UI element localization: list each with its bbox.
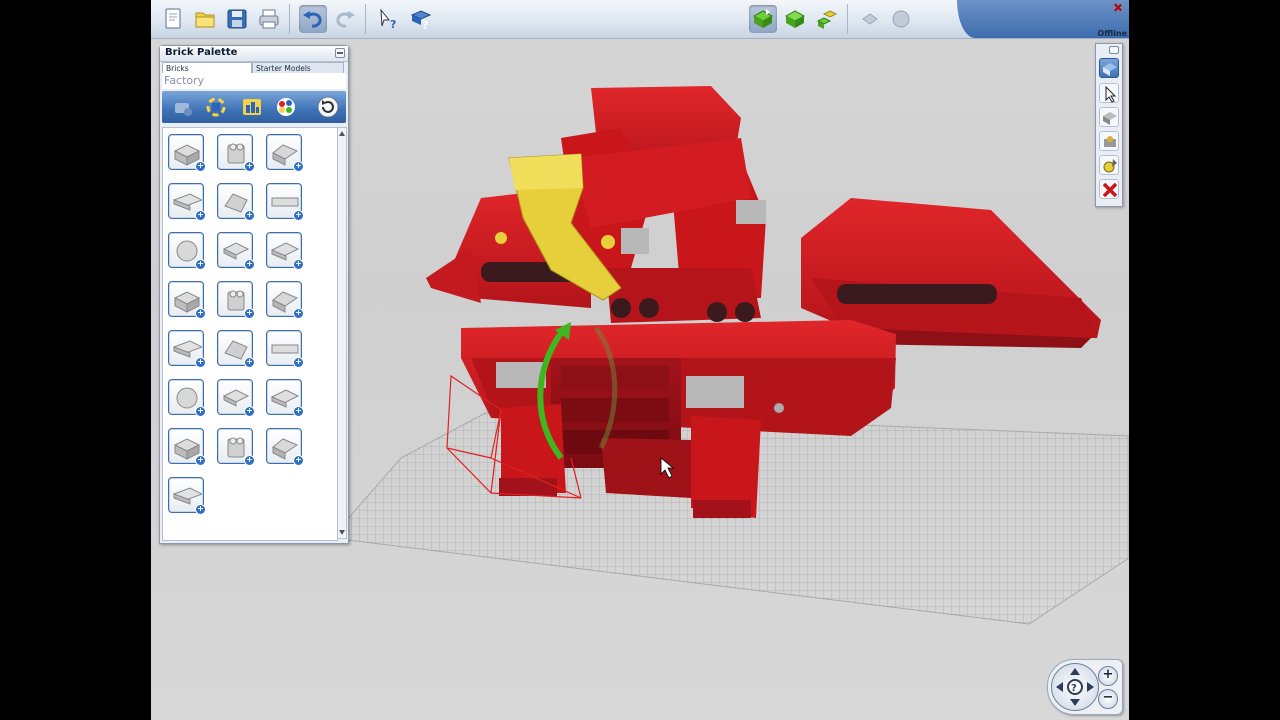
- brick-select-icon[interactable]: [1099, 58, 1119, 78]
- plate-1x4-icon[interactable]: +: [266, 379, 304, 417]
- tile-1x4-icon[interactable]: +: [266, 183, 304, 221]
- recolor-icon[interactable]: [204, 95, 228, 119]
- scroll-up-icon[interactable]: [339, 131, 345, 136]
- add-icon: +: [293, 406, 304, 417]
- lego-digital-designer-window: ? ? Offline Brick Palette Bricks Starter…: [151, 0, 1129, 720]
- technic-beam-icon[interactable]: +: [217, 379, 255, 417]
- brick-grid: + + + + + + + + + + + + + + + + + + + + + +: [162, 127, 338, 541]
- close-icon[interactable]: [1114, 4, 1121, 11]
- tools-minimize-button[interactable]: [1109, 46, 1119, 54]
- add-icon: +: [195, 504, 206, 515]
- svg-text:?: ?: [422, 19, 428, 31]
- sort-icon[interactable]: [240, 95, 264, 119]
- add-icon: +: [293, 210, 304, 221]
- add-icon: +: [244, 308, 255, 319]
- add-icon: +: [195, 308, 206, 319]
- select-help-icon[interactable]: ?: [375, 5, 403, 33]
- add-icon: +: [195, 161, 206, 172]
- zoom-in-button[interactable]: +: [1098, 666, 1118, 686]
- lever-icon[interactable]: +: [266, 330, 304, 368]
- add-icon: +: [293, 455, 304, 466]
- scroll-down-icon[interactable]: [339, 530, 345, 535]
- round-tile-icon[interactable]: +: [266, 428, 304, 466]
- pointer-icon[interactable]: [1099, 83, 1119, 103]
- plate-angled-icon[interactable]: +: [168, 428, 206, 466]
- door-panel-icon[interactable]: +: [168, 330, 206, 368]
- build-mode-icon[interactable]: [749, 5, 777, 33]
- add-icon: +: [244, 406, 255, 417]
- brick-1x2-round-icon[interactable]: +: [217, 134, 255, 172]
- tool-strip: [1095, 43, 1123, 207]
- hinge-plate-icon[interactable]: +: [217, 281, 255, 319]
- add-icon: +: [244, 357, 255, 368]
- brick-2x2-icon[interactable]: +: [168, 134, 206, 172]
- add-brick-icon[interactable]: [170, 95, 194, 119]
- paint-icon[interactable]: [1099, 155, 1119, 175]
- plate-2x3-icon[interactable]: +: [266, 232, 304, 270]
- open-folder-icon[interactable]: [191, 5, 219, 33]
- brick-help-icon[interactable]: ?: [407, 5, 435, 33]
- add-icon: +: [195, 210, 206, 221]
- baseplate-icon[interactable]: +: [168, 477, 206, 515]
- community-icon[interactable]: [887, 5, 915, 33]
- add-icon: +: [293, 161, 304, 172]
- clip-brick-icon[interactable]: +: [266, 281, 304, 319]
- add-icon: +: [244, 161, 255, 172]
- palette-category: Factory: [162, 73, 346, 89]
- brick-palette-panel: Brick Palette Bricks Starter Models Fact…: [159, 45, 349, 544]
- save-icon[interactable]: [223, 5, 251, 33]
- tab-starter-models[interactable]: Starter Models: [252, 62, 344, 73]
- zoom-out-button[interactable]: −: [1098, 689, 1118, 709]
- palette-scrollbar[interactable]: [337, 127, 347, 539]
- add-icon: +: [244, 455, 255, 466]
- undo-icon[interactable]: [299, 5, 327, 33]
- orbit-control[interactable]: ?: [1051, 663, 1099, 711]
- print-icon[interactable]: [255, 5, 283, 33]
- add-icon: +: [195, 455, 206, 466]
- share-icon[interactable]: [857, 5, 885, 33]
- new-file-icon[interactable]: [159, 5, 187, 33]
- camera-navigation: ? + −: [1047, 659, 1123, 715]
- clone-icon[interactable]: [1099, 107, 1119, 127]
- brick-2x2-slope-icon[interactable]: +: [266, 134, 304, 172]
- tab-bricks[interactable]: Bricks: [162, 62, 252, 73]
- round-brick-icon[interactable]: +: [168, 232, 206, 270]
- color-palette-icon[interactable]: [274, 95, 298, 119]
- palette-tabs: Bricks Starter Models: [162, 62, 346, 73]
- svg-text:?: ?: [390, 18, 396, 31]
- add-icon: +: [244, 259, 255, 270]
- minifig-icon[interactable]: +: [168, 379, 206, 417]
- add-icon: +: [293, 357, 304, 368]
- refresh-icon[interactable]: [316, 95, 340, 119]
- plate-2x4-icon[interactable]: +: [168, 183, 206, 221]
- building-guide-icon[interactable]: [813, 5, 841, 33]
- palette-filter-bar: [162, 91, 346, 123]
- add-icon: +: [195, 357, 206, 368]
- slope-brick-icon[interactable]: +: [217, 183, 255, 221]
- gear-wheel-icon[interactable]: +: [217, 330, 255, 368]
- redo-icon[interactable]: [331, 5, 359, 33]
- add-icon: +: [293, 259, 304, 270]
- plate-2x2b-icon[interactable]: +: [168, 281, 206, 319]
- add-icon: +: [244, 210, 255, 221]
- palette-title: Brick Palette: [160, 46, 348, 62]
- add-icon: +: [293, 308, 304, 319]
- hinge-tool-icon[interactable]: [1099, 131, 1119, 151]
- main-toolbar: ? ? Offline: [151, 0, 1129, 39]
- add-icon: +: [195, 406, 206, 417]
- delete-icon[interactable]: [1099, 179, 1119, 199]
- gear-small-icon[interactable]: +: [217, 428, 255, 466]
- connection-status: Offline: [1097, 29, 1127, 38]
- svg-text:?: ?: [1071, 683, 1077, 694]
- palette-minimize-button[interactable]: [335, 48, 345, 58]
- plate-2x2-icon[interactable]: +: [217, 232, 255, 270]
- add-icon: +: [195, 259, 206, 270]
- view-mode-icon[interactable]: [781, 5, 809, 33]
